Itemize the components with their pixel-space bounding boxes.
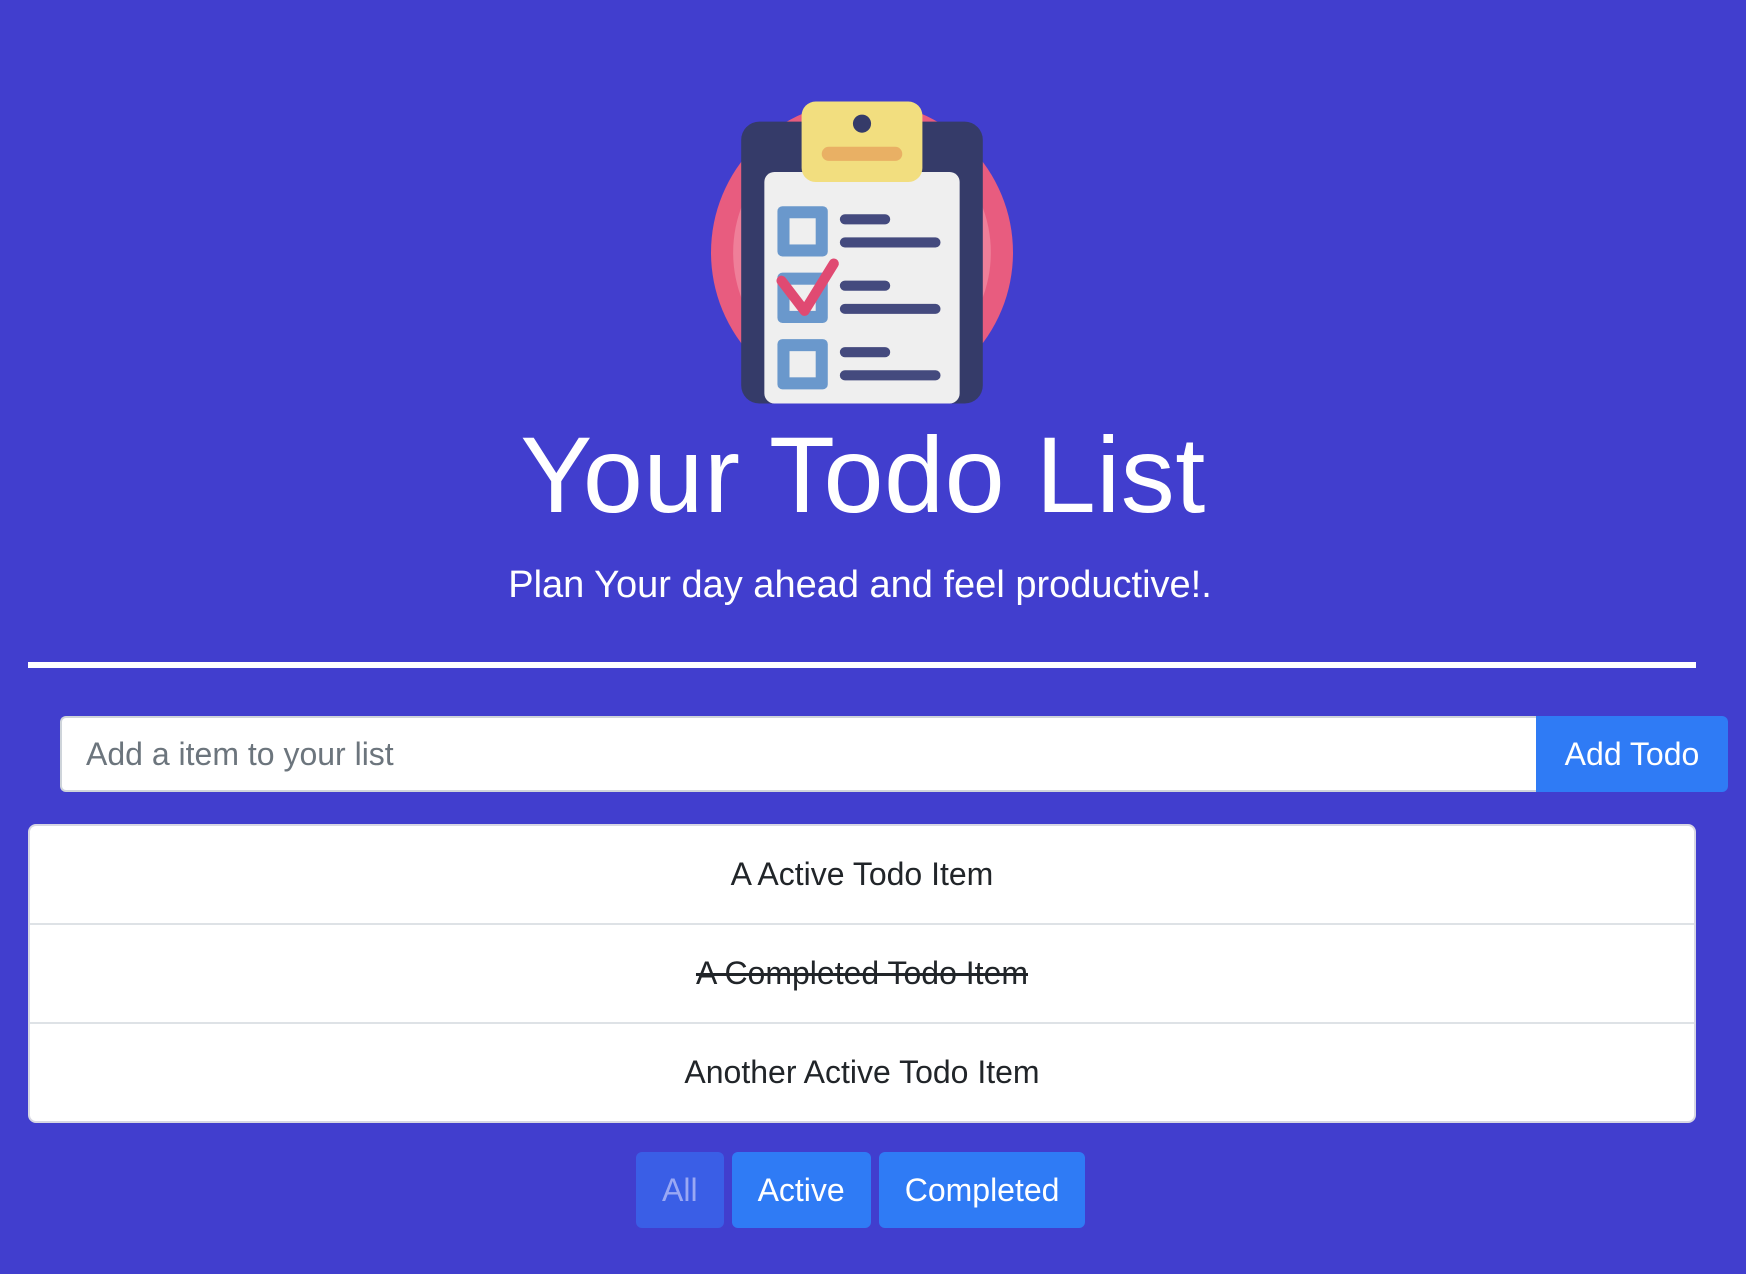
page-subtitle: Plan Your day ahead and feel productive!… <box>508 564 1212 606</box>
header-divider <box>28 662 1696 668</box>
filter-completed-button[interactable]: Completed <box>878 1152 1086 1228</box>
filter-buttons: All Active Completed <box>636 1152 1086 1228</box>
todo-clipboard-icon <box>711 101 1013 404</box>
filter-all-button[interactable]: All <box>636 1152 724 1228</box>
todo-item-completed[interactable]: A Completed Todo Item <box>30 925 1694 1024</box>
filter-active-button[interactable]: Active <box>731 1152 871 1228</box>
todo-item[interactable]: A Active Todo Item <box>30 826 1694 925</box>
todo-list: A Active Todo Item A Completed Todo Item… <box>28 824 1696 1123</box>
todo-item[interactable]: Another Active Todo Item <box>30 1024 1694 1121</box>
page-title: Your Todo List <box>520 414 1206 535</box>
todo-input[interactable] <box>60 716 1536 792</box>
add-todo-button[interactable]: Add Todo <box>1536 716 1728 792</box>
add-todo-form: Add Todo <box>60 716 1728 792</box>
